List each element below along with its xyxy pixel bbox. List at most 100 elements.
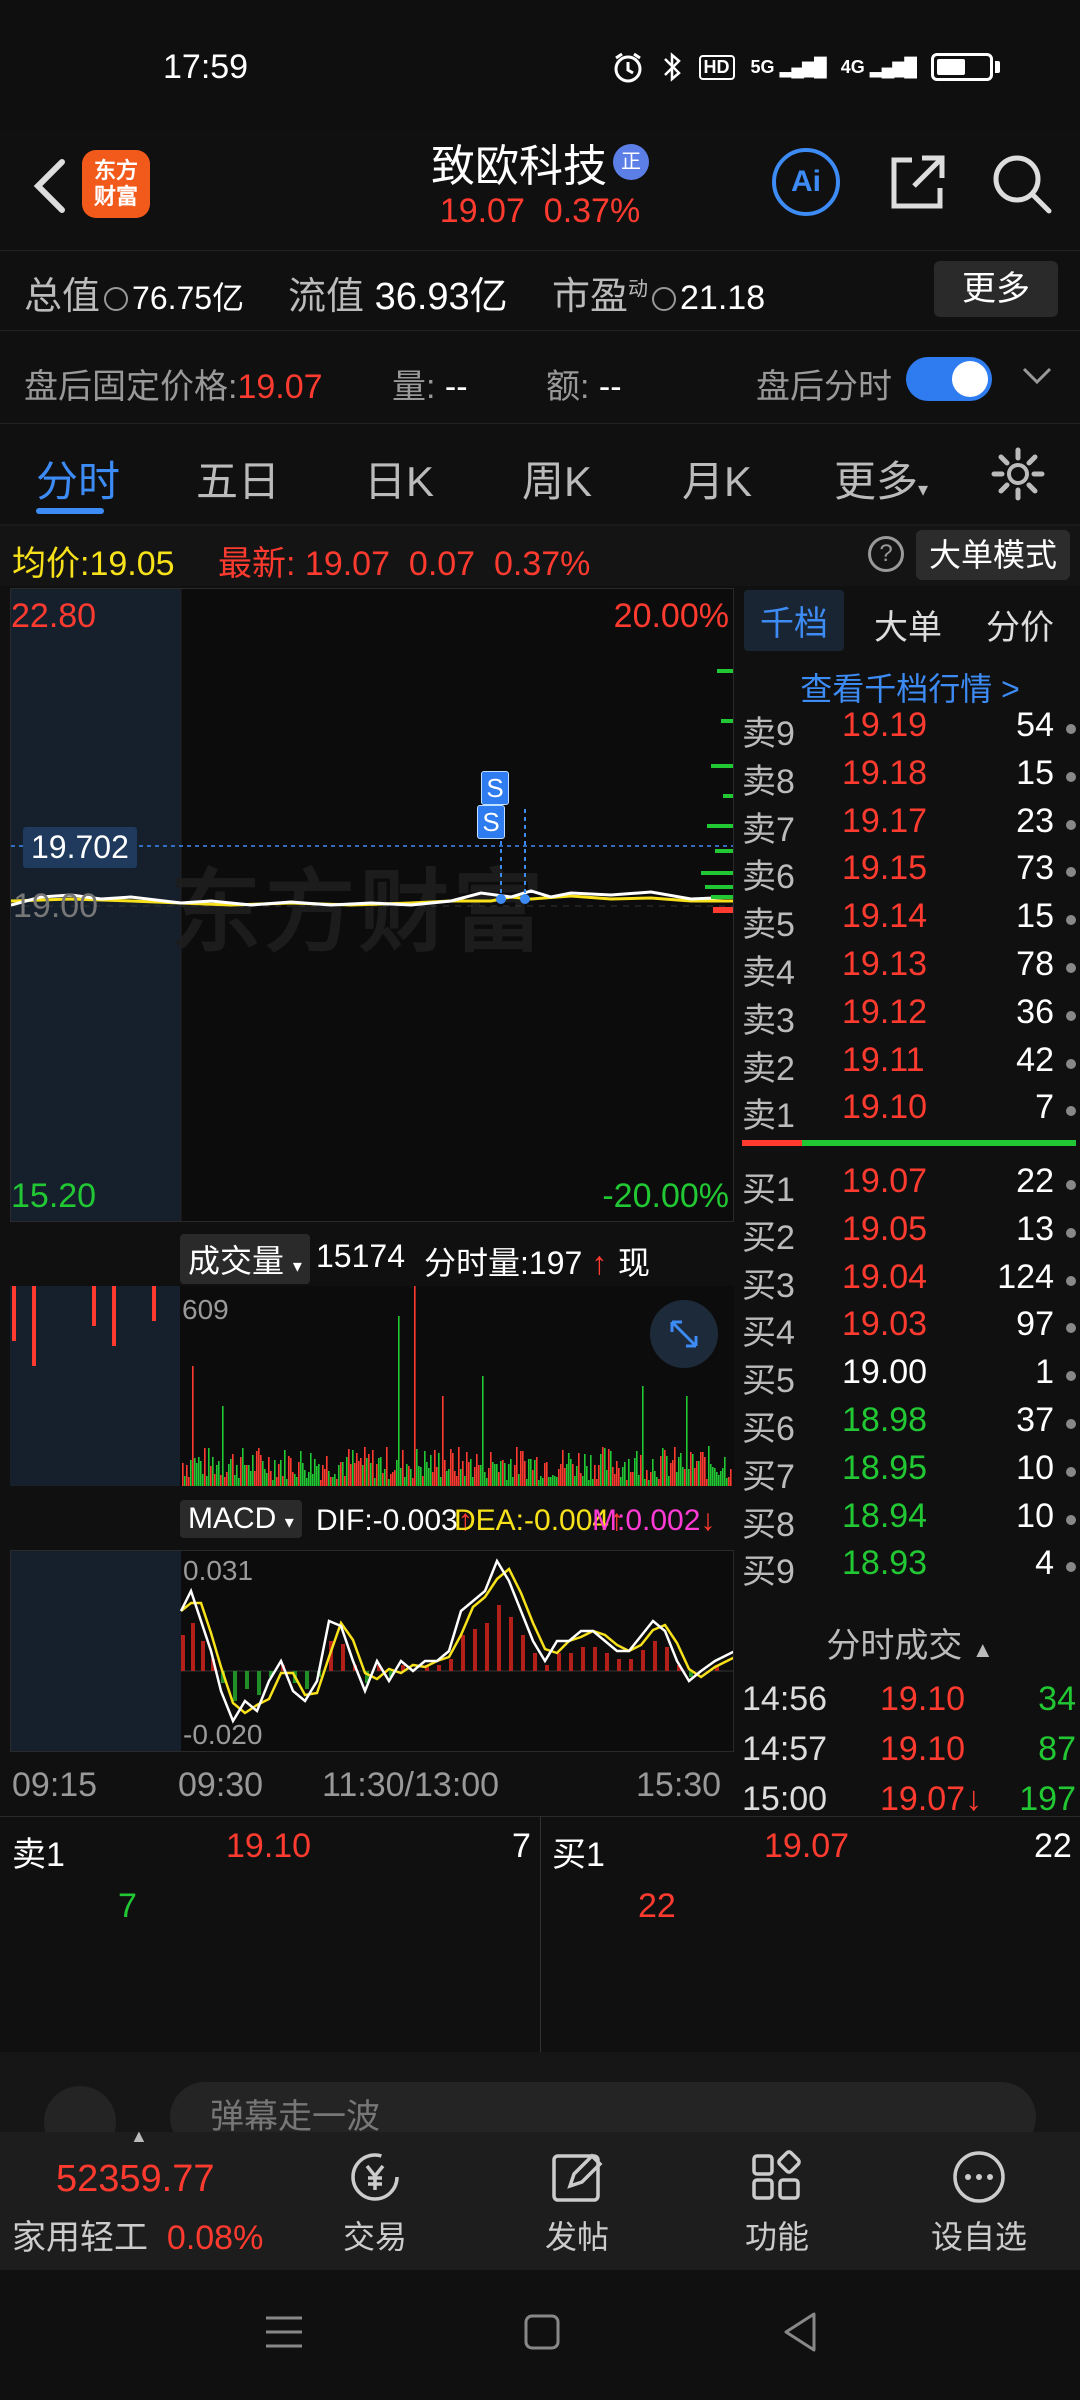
volume-bar: [602, 1447, 604, 1486]
volume-bar: [370, 1463, 372, 1486]
tab-big-orders[interactable]: 大单: [874, 600, 942, 649]
bid-row[interactable]: 买8 18.94 10: [742, 1497, 1078, 1545]
volume-bar: [352, 1450, 354, 1486]
ai-button[interactable]: Ai: [772, 148, 840, 216]
macd-selector[interactable]: MACD ▾: [180, 1500, 302, 1538]
big-order-mode-button[interactable]: 大单模式: [916, 530, 1070, 580]
bid-row[interactable]: 买3 19.04 124: [742, 1258, 1078, 1306]
ask-row[interactable]: 卖4 19.13 78: [742, 945, 1078, 993]
macd-plot: [179, 1558, 733, 1724]
volume-bar: [426, 1462, 428, 1486]
volume-chart[interactable]: 609: [10, 1286, 734, 1486]
home-icon[interactable]: [522, 2312, 562, 2352]
tab-daily-k[interactable]: 日K: [364, 448, 434, 509]
tab-price-distribution[interactable]: 分价: [986, 600, 1054, 649]
tab-monthly-k[interactable]: 月K: [682, 448, 752, 509]
ask-row[interactable]: 卖7 19.17 23: [742, 802, 1078, 850]
info-dot-icon[interactable]: [652, 286, 677, 311]
volume-bar: [252, 1455, 254, 1486]
tab-five-day[interactable]: 五日: [196, 448, 280, 509]
volume-bar: [400, 1468, 402, 1486]
info-dot-icon[interactable]: [104, 286, 129, 311]
volume-bar: [264, 1469, 266, 1486]
volume-bar: [578, 1453, 580, 1486]
volume-bar: [638, 1475, 640, 1486]
macd-header: MACD ▾ DIF:-0.003↑ DEA:-0.004↑ M:0.002↓: [0, 1494, 734, 1550]
volume-selector[interactable]: 成交量 ▾: [180, 1234, 310, 1284]
tab-intraday[interactable]: 分时: [36, 448, 120, 509]
volume-bar: [542, 1478, 544, 1486]
bid-row[interactable]: 买4 19.03 97: [742, 1305, 1078, 1353]
volume-bar: [440, 1477, 442, 1486]
volume-bar: [702, 1452, 704, 1486]
order-book: 千档 大单 分价 查看千档行情 > 卖9 19.19 54 卖8 19.18 15 卖7 19…: [740, 588, 1080, 1818]
expand-icon[interactable]: [650, 1300, 718, 1368]
index-ticker[interactable]: ▲ 52359.77 家用轻工 0.08%: [0, 2126, 290, 2270]
macd-chart[interactable]: 0.031 -0.020: [10, 1550, 734, 1752]
volume-bar: [704, 1457, 706, 1486]
after-hours-bar: 盘后固定价格:19.07 量: -- 额: -- 盘后分时: [0, 330, 1080, 424]
volume-bar: [670, 1463, 672, 1486]
view-levels-link[interactable]: 查看千档行情 >: [740, 664, 1080, 710]
bid-row[interactable]: 买9 18.93 4: [742, 1544, 1078, 1592]
help-icon[interactable]: ?: [868, 536, 904, 572]
volume-bar: [218, 1461, 220, 1486]
ask-row[interactable]: 卖1 19.10 7: [742, 1088, 1078, 1136]
orderbook-tabs: 千档 大单 分价: [740, 588, 1080, 652]
volume-bar: [366, 1458, 368, 1486]
after-hours-toggle[interactable]: [906, 357, 992, 401]
intraday-chart[interactable]: 东方财富 SS 22.80 20.00% 19.00 19.702 15.20 …: [10, 588, 734, 1222]
volume-bar: [362, 1465, 364, 1486]
trade-row[interactable]: 14:56 19.10 34: [742, 1680, 1076, 1730]
pe-value: 市盈动 21.18: [552, 276, 766, 318]
nav-post[interactable]: 发帖: [502, 2132, 652, 2270]
tab-thousand-levels[interactable]: 千档: [744, 590, 844, 651]
nav-add-watchlist[interactable]: 设自选: [904, 2132, 1054, 2270]
tab-more[interactable]: 更多▾: [834, 448, 928, 509]
volume-bar: [270, 1471, 272, 1486]
ask-row[interactable]: 卖5 19.14 15: [742, 897, 1078, 945]
ask-row[interactable]: 卖6 19.15 73: [742, 849, 1078, 897]
volume-bar: [460, 1469, 462, 1486]
volume-bar: [484, 1472, 486, 1486]
gear-icon[interactable]: [990, 446, 1046, 502]
stock-name: 致欧科技: [431, 142, 607, 191]
zheng-badge: 正: [613, 144, 649, 180]
nav-trade[interactable]: 交易: [300, 2132, 450, 2270]
volume-bar: [524, 1461, 526, 1486]
share-icon[interactable]: [886, 150, 950, 214]
bid-row[interactable]: 买1 19.07 22: [742, 1162, 1078, 1210]
bid-row[interactable]: 买7 18.95 10: [742, 1449, 1078, 1497]
ask-row[interactable]: 卖9 19.19 54: [742, 706, 1078, 754]
more-button[interactable]: 更多: [934, 261, 1058, 317]
bid-row[interactable]: 买2 19.05 13: [742, 1210, 1078, 1258]
ask-row[interactable]: 卖2 19.11 42: [742, 1041, 1078, 1089]
bid-row[interactable]: 买5 19.00 1: [742, 1353, 1078, 1401]
trades-title[interactable]: 分时成交 ▲: [740, 1618, 1080, 1667]
index-pct: 0.08%: [166, 2219, 264, 2257]
search-icon[interactable]: [988, 150, 1054, 216]
volume-bar: [234, 1475, 236, 1486]
macd-bar: [191, 1623, 195, 1671]
index-name: 家用轻工: [12, 2219, 148, 2257]
volume-bar: [508, 1464, 510, 1486]
volume-bar: [390, 1474, 392, 1486]
volume-bar: [536, 1457, 538, 1486]
volume-bar: [238, 1478, 240, 1486]
menu-icon[interactable]: [262, 2312, 306, 2352]
chevron-down-icon[interactable]: [1020, 365, 1054, 389]
sell-marker[interactable]: SS: [477, 771, 531, 839]
macd-bar: [533, 1653, 537, 1671]
volume-bar: [214, 1474, 216, 1486]
volume-bar: [328, 1471, 330, 1486]
volume-bar: [510, 1459, 512, 1486]
bid-row[interactable]: 买6 18.98 37: [742, 1401, 1078, 1449]
back-nav-icon[interactable]: [780, 2310, 820, 2354]
volume-bar: [644, 1479, 646, 1486]
nav-functions[interactable]: 功能: [702, 2132, 852, 2270]
ask-row[interactable]: 卖8 19.18 15: [742, 754, 1078, 802]
tab-weekly-k[interactable]: 周K: [522, 448, 592, 509]
macd-bar: [569, 1653, 573, 1671]
ask-row[interactable]: 卖3 19.12 36: [742, 993, 1078, 1041]
trade-row[interactable]: 14:57 19.10 87: [742, 1730, 1076, 1780]
